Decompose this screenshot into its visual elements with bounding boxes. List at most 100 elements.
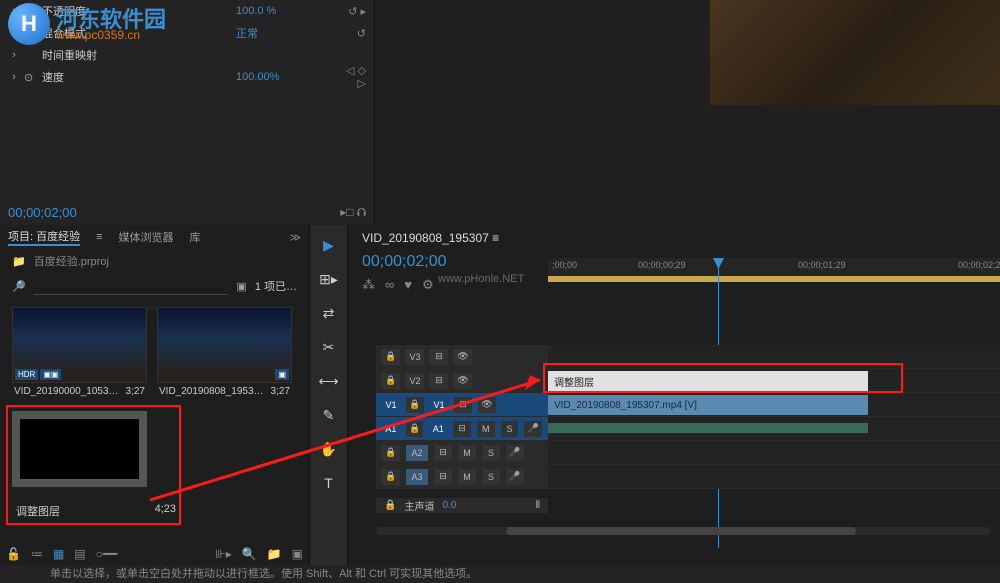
track-header-a1[interactable]: A1 🔒 A1 ⊟ M S 🎤 xyxy=(376,417,548,440)
status-bar-hint: 单击以选择，或单击空白处并拖动以进行框选。使用 Shift、Alt 和 Ctrl… xyxy=(50,565,477,581)
tab-media-browser[interactable]: 媒体浏览器 xyxy=(119,229,174,245)
film-icon[interactable]: ⊟ xyxy=(454,397,472,413)
effect-value[interactable]: 正常 xyxy=(236,25,336,41)
find-icon[interactable]: 🔍 xyxy=(242,547,257,561)
track-header-a3[interactable]: 🔒 A3 ⊟ M S 🎤 xyxy=(376,465,548,488)
film-icon[interactable]: ⊟ xyxy=(430,349,448,365)
effect-value[interactable]: 100.00% xyxy=(236,71,336,83)
track-header-a2[interactable]: 🔒 A2 ⊟ M S 🎤 xyxy=(376,441,548,464)
ripple-edit-tool[interactable]: ⇄ xyxy=(317,301,341,325)
track-select-tool[interactable]: ⊞▸ xyxy=(317,267,341,291)
film-icon[interactable]: ⊟ xyxy=(453,421,471,437)
time-ruler[interactable]: ;00;00 00;00;00;29 00;00;01;29 00;00;02;… xyxy=(548,258,1000,276)
icon-view-icon[interactable]: ▦ xyxy=(53,547,64,561)
lock-icon[interactable]: 🔓 xyxy=(6,547,21,561)
highlight-annotation: 调整图层 4;23 xyxy=(6,405,181,525)
item-count: 1 项已… xyxy=(255,278,297,294)
film-icon[interactable]: ⊟ xyxy=(434,469,452,485)
new-item-icon[interactable]: ▣ xyxy=(292,547,303,561)
chevron-icon[interactable]: › xyxy=(8,49,20,61)
timeline-scrollbar[interactable] xyxy=(376,527,990,535)
lock-icon[interactable]: 🔒 xyxy=(384,500,396,511)
camera-icon[interactable]: ▣ xyxy=(236,280,246,293)
bin-item-adjustment[interactable] xyxy=(12,411,147,487)
clip-audio[interactable] xyxy=(548,423,868,433)
clip-video[interactable]: VID_20190808_195307.mp4 [V] xyxy=(548,395,868,415)
hand-tool[interactable]: ✋ xyxy=(317,437,341,461)
search-input[interactable] xyxy=(34,277,229,295)
tab-menu-icon[interactable]: ≡ xyxy=(492,231,499,245)
snap-icon[interactable]: ⁂ xyxy=(362,277,375,293)
timeline-panel: VID_20190808_195307 ≡ 00;00;02;00 ⁂ ∞ ♥ … xyxy=(348,225,1000,565)
type-tool[interactable]: T xyxy=(317,471,341,495)
track-header-v1[interactable]: V1 🔒 V1 ⊟ 👁 xyxy=(376,393,548,416)
bin-item[interactable]: HDR▣▣ VID_20190000_1053…3;27 xyxy=(12,307,147,400)
work-area-bar[interactable] xyxy=(548,276,1000,282)
track-lane-a1[interactable] xyxy=(548,417,1000,440)
mic-icon[interactable]: 🎤 xyxy=(506,445,524,461)
search-icon[interactable]: 🔎 xyxy=(12,280,26,293)
lock-icon[interactable]: 🔒 xyxy=(382,469,400,485)
tab-library[interactable]: 库 xyxy=(190,229,201,245)
link-icon[interactable]: ∞ xyxy=(385,277,394,293)
logo-icon: H xyxy=(8,3,50,45)
settings-icon[interactable]: ⚙ xyxy=(422,277,434,293)
zoom-slider[interactable]: ○━━ xyxy=(96,547,118,561)
pen-tool[interactable]: ✎ xyxy=(317,403,341,427)
project-filename: 百度经验.prproj xyxy=(34,253,109,269)
automate-icon[interactable]: ⊪▸ xyxy=(215,547,231,561)
slip-tool[interactable]: ⟷ xyxy=(317,369,341,393)
chevron-icon[interactable]: › xyxy=(8,71,20,83)
track-lane-a2[interactable] xyxy=(548,441,1000,464)
track-header-v2[interactable]: 🔒 V2 ⊟ 👁 xyxy=(376,369,548,392)
list-view-icon[interactable]: ≔ xyxy=(31,547,43,561)
eye-icon[interactable]: 👁 xyxy=(478,397,496,413)
effect-value[interactable]: 100.0 % xyxy=(236,5,336,17)
sequence-tab[interactable]: VID_20190808_195307 xyxy=(362,231,489,245)
selection-tool[interactable]: ▶ xyxy=(317,233,341,257)
overflow-icon[interactable]: ≫ xyxy=(289,231,301,244)
lock-icon[interactable]: 🔒 xyxy=(382,445,400,461)
freeform-view-icon[interactable]: ▤ xyxy=(74,547,85,561)
lock-icon[interactable]: 🔒 xyxy=(406,397,424,413)
lock-icon[interactable]: 🔒 xyxy=(382,349,400,365)
marker-icon[interactable]: ♥ xyxy=(404,277,412,293)
adjustment-name: 调整图层 xyxy=(16,503,60,519)
reset-icon[interactable]: ↺ ▸ xyxy=(336,5,366,18)
film-icon[interactable]: ⊟ xyxy=(430,373,448,389)
logo-url: www.pc0359.cn xyxy=(56,28,140,42)
new-bin-icon[interactable]: 📁 xyxy=(267,547,282,561)
effect-label: 速度 xyxy=(42,69,236,85)
watermark-text: www.pHonle.NET xyxy=(438,273,524,285)
eye-icon[interactable]: 👁 xyxy=(454,349,472,365)
eye-icon[interactable]: 👁 xyxy=(454,373,472,389)
mic-icon[interactable]: 🎤 xyxy=(506,469,524,485)
tool-panel: ▶ ⊞▸ ⇄ ✂ ⟷ ✎ ✋ T xyxy=(310,225,348,565)
effects-timecode[interactable]: 00;00;02;00 xyxy=(8,205,77,220)
tab-project[interactable]: 项目: 百度经验 xyxy=(8,228,80,246)
program-video[interactable] xyxy=(710,0,1000,105)
master-track-header[interactable]: 🔒 主声道 0.0 ⫴ xyxy=(376,498,548,513)
stopwatch-icon[interactable]: ⊙ xyxy=(24,71,38,84)
effects-footer-icons[interactable]: ▸□ ⮉ xyxy=(340,205,366,220)
timeline-timecode[interactable]: 00;00;02;00 xyxy=(362,253,447,271)
lock-icon[interactable]: 🔒 xyxy=(382,373,400,389)
bin-item[interactable]: ▣ VID_20190808_1953…3;27 xyxy=(157,307,292,400)
program-monitor-panel: 00;00;02;00 适合 ♥ { } |◀ ◀| xyxy=(375,0,1000,225)
razor-tool[interactable]: ✂ xyxy=(317,335,341,359)
film-icon[interactable]: ⊟ xyxy=(434,445,452,461)
watermark-logo: H 河东软件园 www.pc0359.cn xyxy=(0,0,200,50)
effects-controls-panel: › ⊙ 不透明度 100.0 % ↺ ▸ 混合模式 正常 ↺ › 时间重映射 ›… xyxy=(0,0,375,225)
track-header-v3[interactable]: 🔒 V3 ⊟ 👁 xyxy=(376,345,548,368)
folder-icon: 📁 xyxy=(12,255,26,268)
tab-menu-icon[interactable]: ≡ xyxy=(96,231,102,243)
adjustment-duration: 4;23 xyxy=(155,503,176,519)
track-lane-v1[interactable]: VID_20190808_195307.mp4 [V] xyxy=(548,393,1000,416)
scrollbar-thumb[interactable] xyxy=(506,527,856,535)
keyframe-nav[interactable]: ◁ ◇ ▷ xyxy=(336,64,366,90)
lock-icon[interactable]: 🔒 xyxy=(406,421,424,437)
highlight-annotation xyxy=(543,363,903,393)
reset-icon[interactable]: ↺ xyxy=(336,27,366,40)
mic-icon[interactable]: 🎤 xyxy=(524,421,542,437)
track-lane-a3[interactable] xyxy=(548,465,1000,488)
